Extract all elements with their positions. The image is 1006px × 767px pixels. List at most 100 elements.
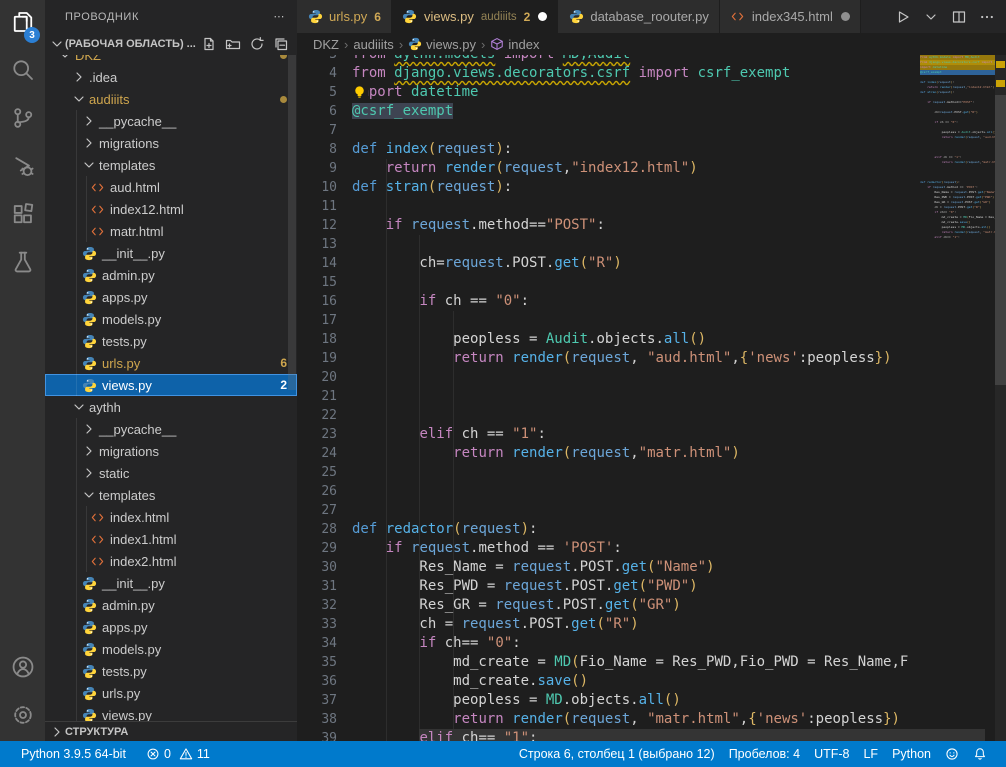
- code-line-12[interactable]: 12 if request.method=="POST":: [297, 216, 1006, 235]
- code-line-7[interactable]: 7: [297, 121, 1006, 140]
- tab-urls.py[interactable]: urls.py6: [297, 0, 392, 33]
- run-dropdown[interactable]: [920, 6, 942, 28]
- activitybar-account[interactable]: [0, 645, 45, 693]
- line-number[interactable]: 22: [297, 406, 337, 425]
- line-number[interactable]: 17: [297, 311, 337, 330]
- tree-item-admin.py[interactable]: admin.py: [45, 264, 297, 286]
- tree-item-apps.py[interactable]: apps.py: [45, 286, 297, 308]
- breadcrumb-item-index[interactable]: index: [490, 37, 539, 52]
- status-cursor-position[interactable]: Строка 6, столбец 1 (выбрано 12): [512, 747, 722, 761]
- code-line-38[interactable]: 38 return render(request, "matr.html",{'…: [297, 710, 1006, 729]
- code-line-32[interactable]: 32 Res_GR = request.POST.get("GR"): [297, 596, 1006, 615]
- refresh-icon[interactable]: [247, 34, 267, 54]
- code-line-27[interactable]: 27: [297, 501, 1006, 520]
- line-number[interactable]: 11: [297, 197, 337, 216]
- tree-item-.idea[interactable]: .idea: [45, 66, 297, 88]
- code-line-22[interactable]: 22: [297, 406, 1006, 425]
- line-number[interactable]: 18: [297, 330, 337, 349]
- activitybar-extensions[interactable]: [0, 192, 45, 240]
- explorer-more-actions-icon[interactable]: ⋯: [273, 10, 285, 23]
- split-editor-button[interactable]: [948, 6, 970, 28]
- run-python-file-button[interactable]: [892, 6, 914, 28]
- tree-item-urls.py[interactable]: urls.py: [45, 682, 297, 704]
- line-number[interactable]: 37: [297, 691, 337, 710]
- code-line-35[interactable]: 35 md_create = MD(Fio_Name = Res_PWD,Fio…: [297, 653, 1006, 672]
- code-editor[interactable]: 3from aythh.models import MD,Audit4from …: [297, 55, 1006, 741]
- file-tree[interactable]: DKZ.ideaaudiiits__pycache__migrationstem…: [45, 55, 297, 722]
- code-line-37[interactable]: 37 peopless = MD.objects.all(): [297, 691, 1006, 710]
- tree-item-models.py[interactable]: models.py: [45, 638, 297, 660]
- line-number[interactable]: 31: [297, 577, 337, 596]
- line-number[interactable]: 23: [297, 425, 337, 444]
- tree-item-__pycache__[interactable]: __pycache__: [45, 110, 297, 132]
- activitybar-settings[interactable]: [0, 693, 45, 741]
- line-number[interactable]: 29: [297, 539, 337, 558]
- status-notifications[interactable]: [966, 747, 994, 761]
- breadcrumb-item-views.py[interactable]: views.py: [408, 37, 476, 52]
- line-number[interactable]: 3: [297, 55, 337, 64]
- code-line-13[interactable]: 13: [297, 235, 1006, 254]
- status-python-version[interactable]: Python 3.9.5 64-bit: [14, 741, 133, 767]
- line-number[interactable]: 12: [297, 216, 337, 235]
- line-number[interactable]: 33: [297, 615, 337, 634]
- tab-dirty-dot[interactable]: [841, 12, 850, 21]
- status-eol[interactable]: LF: [856, 747, 885, 761]
- tree-item-migrations[interactable]: migrations: [45, 440, 297, 462]
- line-number[interactable]: 6: [297, 102, 337, 121]
- breadcrumb-item-DKZ[interactable]: DKZ: [313, 37, 339, 52]
- tree-item-index12.html[interactable]: index12.html: [45, 198, 297, 220]
- sidebar-scrollbar[interactable]: [288, 55, 296, 390]
- line-number[interactable]: 9: [297, 159, 337, 178]
- code-line-20[interactable]: 20: [297, 368, 1006, 387]
- activitybar-run-debug[interactable]: [0, 144, 45, 192]
- activitybar-source-control[interactable]: [0, 96, 45, 144]
- collapse-all-icon[interactable]: [271, 34, 291, 54]
- code-line-34[interactable]: 34 if ch== "0":: [297, 634, 1006, 653]
- tree-item-index1.html[interactable]: index1.html: [45, 528, 297, 550]
- tree-item-aythh[interactable]: aythh: [45, 396, 297, 418]
- tree-item-migrations[interactable]: migrations: [45, 132, 297, 154]
- line-number[interactable]: 19: [297, 349, 337, 368]
- line-number[interactable]: 36: [297, 672, 337, 691]
- code-line-8[interactable]: 8def index(request):: [297, 140, 1006, 159]
- tree-item-apps.py[interactable]: apps.py: [45, 616, 297, 638]
- editor-scrollbar-thumb[interactable]: [995, 95, 1006, 385]
- minimap[interactable]: from aythh.models import MD,Auditfrom dj…: [920, 55, 995, 240]
- tab-dirty-dot[interactable]: [538, 12, 547, 21]
- code-line-10[interactable]: 10def stran(request):: [297, 178, 1006, 197]
- line-number[interactable]: 15: [297, 273, 337, 292]
- tree-item-index.html[interactable]: index.html: [45, 506, 297, 528]
- status-encoding[interactable]: UTF-8: [807, 747, 856, 761]
- tree-item-index2.html[interactable]: index2.html: [45, 550, 297, 572]
- line-number[interactable]: 35: [297, 653, 337, 672]
- tab-database_roouter.py[interactable]: database_roouter.py: [558, 0, 720, 33]
- tree-item-__init__.py[interactable]: __init__.py: [45, 242, 297, 264]
- line-number[interactable]: 10: [297, 178, 337, 197]
- tree-item-__pycache__[interactable]: __pycache__: [45, 418, 297, 440]
- tree-item-tests.py[interactable]: tests.py: [45, 330, 297, 352]
- tree-item-DKZ[interactable]: DKZ: [45, 55, 297, 66]
- tree-item-static[interactable]: static: [45, 462, 297, 484]
- line-number[interactable]: 24: [297, 444, 337, 463]
- outline-section-header[interactable]: СТРУКТУРА: [45, 721, 297, 741]
- tree-item-views.py[interactable]: views.py2: [45, 374, 297, 396]
- code-line-5[interactable]: 5import datetime: [297, 83, 1006, 102]
- code-line-33[interactable]: 33 ch = request.POST.get("R"): [297, 615, 1006, 634]
- code-line-39[interactable]: 39 elif ch== "1":: [297, 729, 1006, 741]
- tree-item-urls.py[interactable]: urls.py6: [45, 352, 297, 374]
- code-line-4[interactable]: 4from django.views.decorators.csrf impor…: [297, 64, 1006, 83]
- code-line-15[interactable]: 15: [297, 273, 1006, 292]
- tab-views.py[interactable]: views.pyaudiiits2: [392, 0, 558, 33]
- tree-item-admin.py[interactable]: admin.py: [45, 594, 297, 616]
- code-line-36[interactable]: 36 md_create.save(): [297, 672, 1006, 691]
- line-number[interactable]: 26: [297, 482, 337, 501]
- new-folder-icon[interactable]: [223, 34, 243, 54]
- code-line-14[interactable]: 14 ch=request.POST.get("R"): [297, 254, 1006, 273]
- code-line-18[interactable]: 18 peopless = Audit.objects.all(): [297, 330, 1006, 349]
- line-number[interactable]: 4: [297, 64, 337, 83]
- tree-item-aud.html[interactable]: aud.html: [45, 176, 297, 198]
- status-indentation[interactable]: Пробелов: 4: [722, 747, 807, 761]
- breadcrumb-item-audiiits[interactable]: audiiits: [353, 37, 393, 52]
- new-file-icon[interactable]: [199, 34, 219, 54]
- activitybar-search[interactable]: [0, 48, 45, 96]
